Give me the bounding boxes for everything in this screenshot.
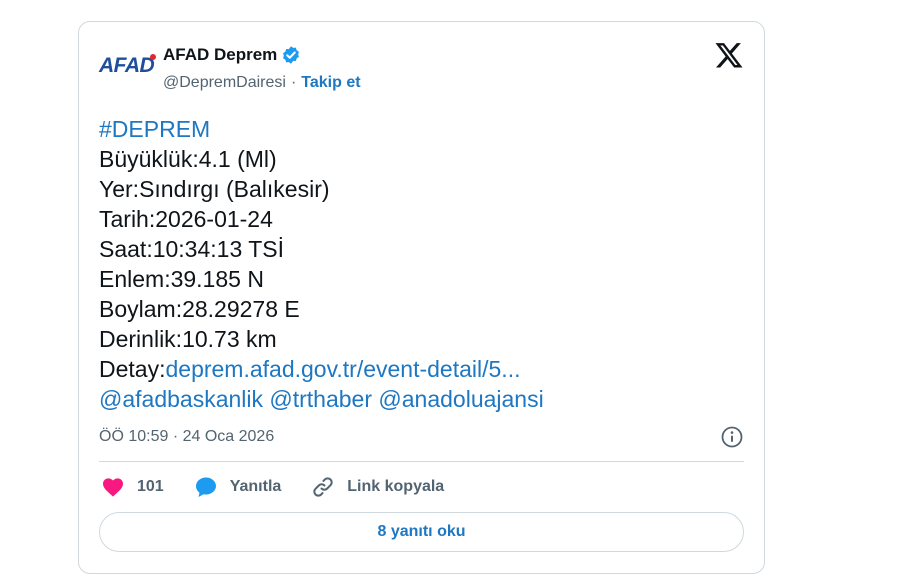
detail-link[interactable]: deprem.afad.gov.tr/event-detail/5... — [165, 356, 520, 382]
copy-link-button[interactable]: Link kopyala — [311, 475, 444, 499]
tweet-card: AFAD AFAD Deprem @DepremDairesi · Takip … — [78, 21, 765, 574]
mention-link[interactable]: @anadoluajansi — [378, 386, 543, 412]
handle-separator: · — [290, 74, 297, 91]
hashtag-link[interactable]: #DEPREM — [99, 116, 210, 142]
detail-prefix: Detay: — [99, 356, 166, 382]
author-name[interactable]: AFAD Deprem — [163, 45, 277, 65]
reply-label: Yanıtla — [229, 478, 282, 495]
divider — [99, 461, 744, 462]
mention-link[interactable]: @afadbaskanlik — [99, 386, 263, 412]
heart-icon — [103, 478, 123, 497]
date-line: Tarih:2026-01-24 — [99, 206, 273, 232]
logo-text: AFAD — [99, 54, 155, 77]
afad-logo[interactable]: AFAD — [99, 54, 157, 84]
logo-dot — [150, 54, 156, 60]
reply-button[interactable]: Yanıtla — [194, 475, 282, 499]
author-block: AFAD Deprem @DepremDairesi · Takip et — [163, 43, 361, 95]
time-line: Saat:10:34:13 TSİ — [99, 236, 284, 262]
link-icon — [313, 477, 333, 497]
tweet-timestamp[interactable]: ÖÖ 10:59 · 24 Oca 2026 — [99, 428, 274, 446]
like-button[interactable]: 101 — [101, 475, 164, 499]
magnitude-line: Büyüklük:4.1 (Ml) — [99, 146, 277, 172]
verified-badge-icon — [281, 45, 301, 65]
longitude-line: Boylam:28.29278 E — [99, 296, 300, 322]
info-icon[interactable] — [720, 425, 744, 449]
like-count: 101 — [137, 478, 164, 495]
author-handle[interactable]: @DepremDairesi — [163, 74, 286, 92]
read-replies-button[interactable]: 8 yanıtı oku — [99, 512, 744, 552]
x-logo-icon[interactable] — [714, 40, 744, 70]
tweet-meta: ÖÖ 10:59 · 24 Oca 2026 — [99, 425, 744, 449]
tweet-header: AFAD AFAD Deprem @DepremDairesi · Takip … — [99, 40, 744, 100]
tweet-text: #DEPREM Büyüklük:4.1 (Ml) Yer:Sındırgı (… — [99, 114, 744, 414]
copy-link-label: Link kopyala — [347, 478, 445, 495]
depth-line: Derinlik:10.73 km — [99, 326, 277, 352]
reply-bubble-icon — [195, 477, 216, 497]
latitude-line: Enlem:39.185 N — [99, 266, 264, 292]
location-line: Yer:Sındırgı (Balıkesir) — [99, 176, 330, 202]
mention-link[interactable]: @trthaber — [269, 386, 372, 412]
follow-link[interactable]: Takip et — [301, 74, 360, 92]
tweet-actions: 101 Yanıtla Link kopyala — [101, 472, 744, 502]
